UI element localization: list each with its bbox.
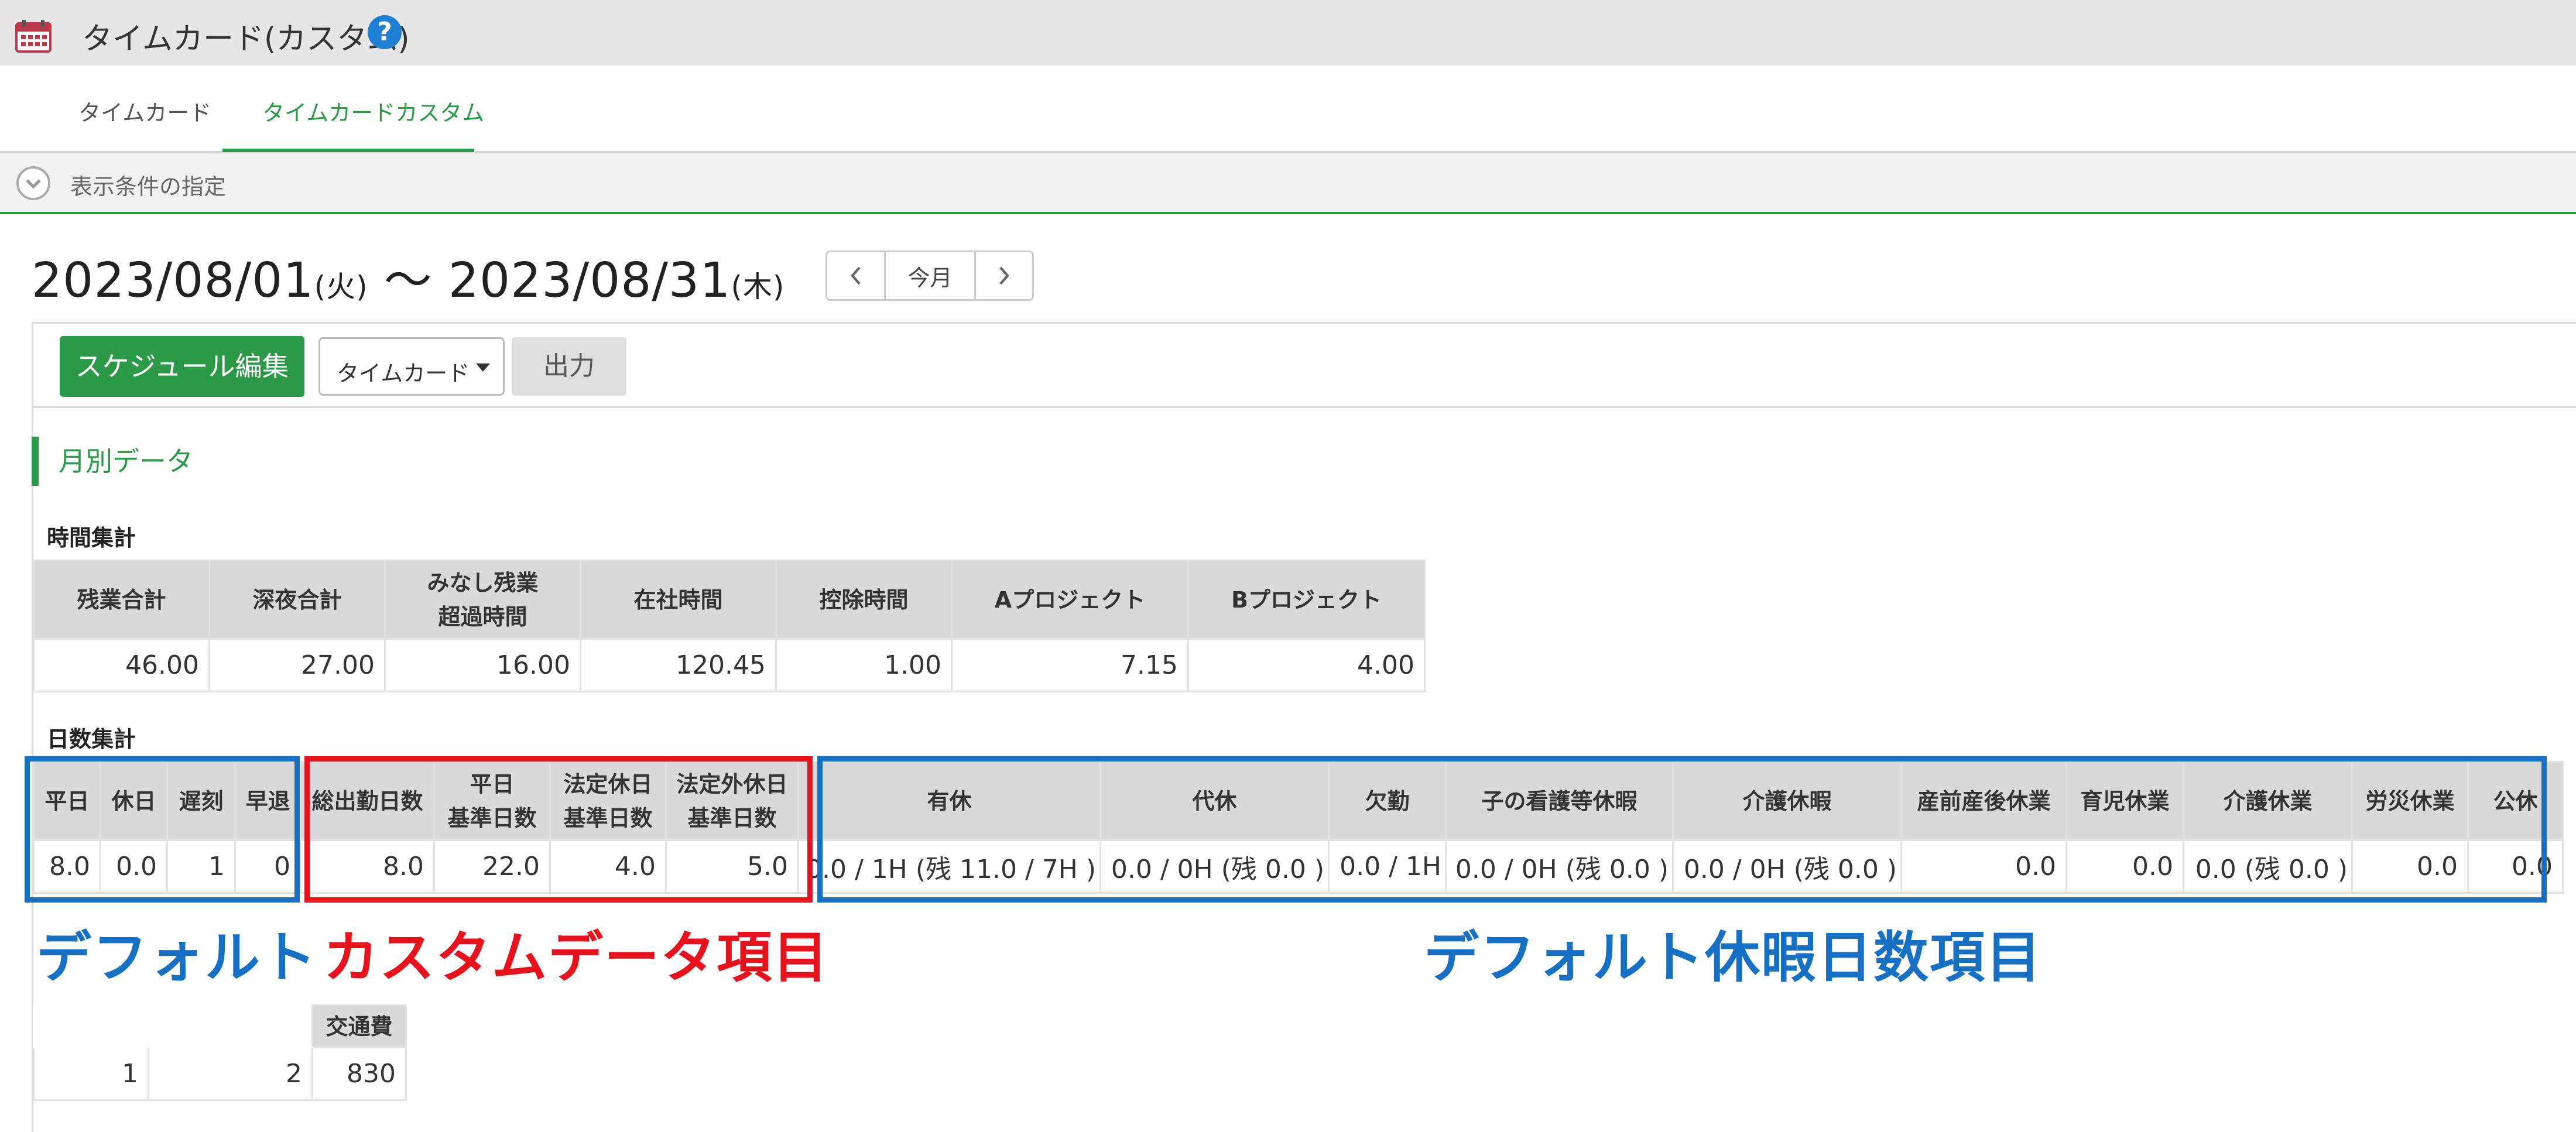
table-header: 深夜合計 [208,560,386,640]
help-icon[interactable]: ? [368,15,402,49]
default-leave-outline [817,756,2547,903]
annotation-default-days-line1: デフォルト [36,926,318,990]
table-header-empty [148,1004,313,1048]
table-header-empty [33,1004,149,1048]
title-bar: タイムカード(カスタム) ? [0,0,2576,66]
table-row: 1 2 830 [33,1047,407,1101]
active-tab-indicator [222,149,474,152]
table-cell: 2 [148,1047,313,1101]
tab-timecard-custom[interactable]: タイムカードカスタム [262,95,484,127]
annotation-custom-data: カスタムデータ項目 [323,926,830,990]
table-cell: 27.00 [208,638,386,692]
time-summary-table: 残業合計 深夜合計 みなし残業 超過時間 在社時間 控除時間 Aプロジェクト Bプ… [33,560,1426,692]
calendar-icon [15,20,52,53]
app-title: タイムカード(カスタム) [82,22,410,57]
filter-label[interactable]: 表示条件の指定 [70,169,226,201]
start-date: 2023/08/01 [32,253,314,308]
filter-toggle-bar[interactable]: 表示条件の指定 [0,153,2576,214]
end-weekday: (木) [731,270,785,304]
default-days-outline [25,756,300,903]
table-header: 残業合計 [33,560,210,640]
chevron-right-icon [999,266,1009,285]
timecard-select[interactable]: タイムカード [318,337,505,396]
table-header: 在社時間 [580,560,777,640]
table-cell: 830 [311,1047,407,1101]
time-summary-title: 時間集計 [47,525,136,551]
table-row: 46.00 27.00 16.00 120.45 1.00 7.15 4.00 [33,638,1426,692]
month-pager: 今月 [825,251,1034,301]
tab-timecard[interactable]: タイムカード [78,95,211,127]
table-header: Aプロジェクト [951,560,1189,640]
chevron-left-icon [850,266,861,285]
section-title: 月別データ [32,437,193,486]
start-weekday: (火) [314,270,368,304]
table-cell: 7.15 [951,638,1189,692]
table-cell: 4.00 [1187,638,1426,692]
current-month-button[interactable]: 今月 [886,252,976,299]
content-panel [32,322,2576,1132]
next-month-button[interactable] [976,252,1032,299]
custom-data-outline [304,756,813,903]
table-cell: 1.00 [775,638,953,692]
date-range-heading: 2023/08/01(火) 〜 2023/08/31(木) [32,241,785,311]
table-header: 控除時間 [775,560,953,640]
table-header: Bプロジェクト [1187,560,1426,640]
range-separator: 〜 [368,253,448,308]
table-cell: 120.45 [580,638,777,692]
previous-month-button[interactable] [827,252,886,299]
table-cell: 1 [33,1047,149,1101]
edit-schedule-button[interactable]: スケジュール編集 [60,336,304,397]
caret-down-icon [476,363,490,372]
timecard-select-value: タイムカード [337,361,470,386]
toolbar-divider [32,406,2576,408]
end-date: 2023/08/31 [448,253,731,308]
table-cell: 16.00 [384,638,581,692]
output-button[interactable]: 出力 [512,337,626,396]
chevron-down-icon[interactable] [16,166,50,200]
day-summary-title: 日数集計 [47,726,136,752]
table-cell: 46.00 [33,638,210,692]
table-header: 交通費 [311,1004,407,1048]
tab-bar: タイムカード タイムカードカスタム [0,66,2576,153]
extra-data-table: 交通費 1 2 830 [33,1004,407,1101]
annotation-default-leave: デフォルト休暇日数項目 [1424,926,2043,990]
table-header: みなし残業 超過時間 [384,560,581,640]
